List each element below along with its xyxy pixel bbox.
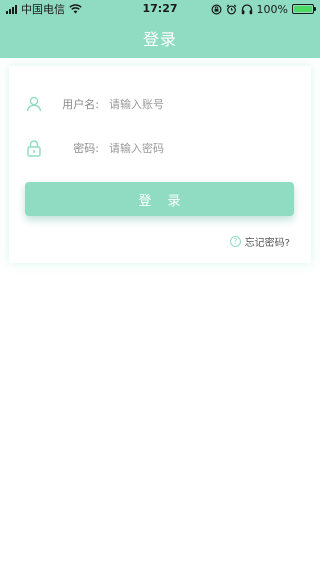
user-icon [26, 96, 42, 112]
password-label: 密码: [73, 142, 99, 155]
username-input[interactable] [109, 92, 289, 116]
status-bar: 中国电信 17:27 100% [0, 0, 320, 18]
question-icon: ? [229, 235, 241, 247]
battery-percent: 100% [256, 2, 288, 16]
navigation-bar: 登录 [0, 18, 320, 58]
rotation-lock-icon [211, 3, 222, 15]
username-row: 用户名: [9, 84, 311, 124]
username-label: 用户名: [62, 98, 99, 111]
login-card: 用户名: 密码: 登 录 ? 忘记密码? [9, 66, 311, 263]
password-input[interactable] [109, 136, 289, 160]
status-right: 100% [211, 0, 316, 18]
password-row: 密码: [9, 128, 311, 168]
forgot-password-link[interactable]: ? 忘记密码? [229, 234, 290, 249]
alarm-icon [226, 4, 236, 14]
login-button[interactable]: 登 录 [25, 182, 294, 216]
lock-icon [27, 140, 41, 157]
page-title: 登录 [142, 30, 177, 49]
battery-icon [292, 4, 316, 14]
forgot-password-label: 忘记密码? [244, 237, 290, 249]
headphones-icon [241, 3, 252, 14]
